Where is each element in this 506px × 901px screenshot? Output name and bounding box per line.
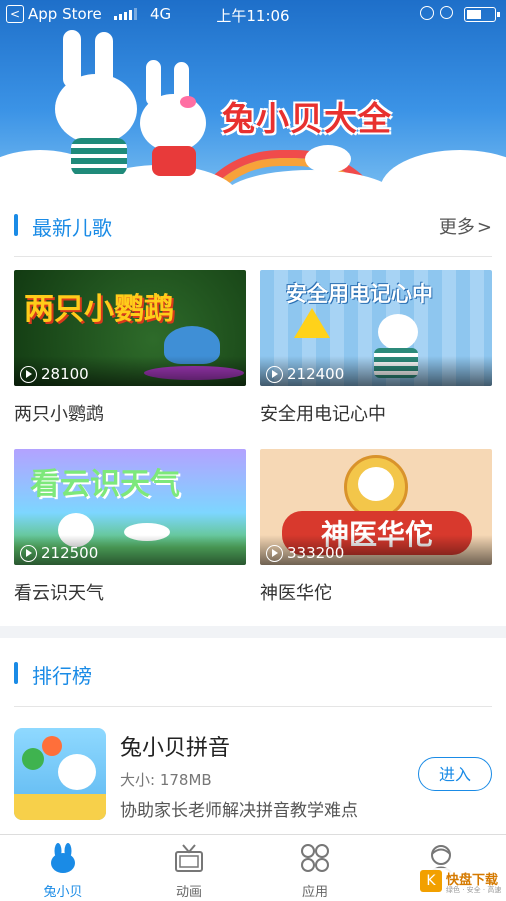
thumbnail-title-art: 两只小鹦鹉	[24, 292, 174, 327]
tab-label: 应用	[301, 885, 328, 900]
play-count: 212400	[266, 365, 344, 383]
thumbnail-title-art: 看云识天气	[30, 467, 180, 502]
more-link[interactable]: 更多 >	[439, 213, 492, 239]
app-size: 大小: 178MB	[120, 771, 212, 789]
tab-label: 动画	[175, 885, 202, 900]
section-gap	[0, 626, 506, 638]
play-icon	[20, 365, 37, 383]
video-card[interactable]: 看云识天气 212500 看云识天气	[14, 449, 246, 605]
status-bar: < App Store 4G 上午11:06	[0, 0, 506, 28]
app-logo-text: 兔小贝大全	[222, 99, 392, 138]
bunny-mascot-boy	[55, 30, 145, 180]
divider	[14, 256, 492, 257]
play-icon	[266, 544, 283, 562]
ranking-header: 排行榜	[0, 648, 506, 698]
cloud-decoration	[380, 150, 506, 200]
play-icon	[20, 544, 37, 562]
video-title: 安全用电记心中	[260, 404, 386, 425]
video-card[interactable]: 神医华佗 333200 神医华佗	[260, 449, 492, 605]
video-title: 两只小鹦鹉	[14, 404, 104, 425]
tab-animation[interactable]: 动画	[126, 835, 252, 901]
video-thumbnail: 安全用电记心中 212400	[260, 270, 492, 386]
bunny-icon	[51, 843, 75, 873]
bunny-mascot-girl	[140, 60, 215, 180]
orientation-lock-icon	[420, 6, 434, 20]
play-count: 28100	[20, 365, 89, 383]
thumbnail-title-art: 安全用电记心中	[286, 282, 433, 306]
watermark-subtext: 绿色 · 安全 · 高速	[446, 886, 502, 894]
play-icon	[266, 365, 283, 383]
tab-home[interactable]: 兔小贝	[0, 835, 126, 901]
app-description: 协助家长老师解决拼音教学难点	[120, 801, 358, 821]
battery-icon	[464, 7, 500, 22]
watermark-logo: K 快盘下载 绿色 · 安全 · 高速	[418, 868, 504, 896]
apps-grid-icon	[301, 844, 329, 872]
video-thumbnail: 两只小鹦鹉 28100	[14, 270, 246, 386]
header-banner: 兔小贝大全 < App Store 4G 上午11:06	[0, 0, 506, 200]
video-card[interactable]: 两只小鹦鹉 28100 两只小鹦鹉	[14, 270, 246, 426]
play-count: 212500	[20, 544, 98, 562]
tab-apps[interactable]: 应用	[252, 835, 378, 901]
section-accent-bar	[14, 662, 18, 684]
chevron-right-icon: >	[476, 217, 492, 238]
video-thumbnail: 神医华佗 333200	[260, 449, 492, 565]
app-name: 兔小贝拼音	[120, 736, 231, 761]
watermark-badge: K	[420, 870, 442, 892]
video-thumbnail: 看云识天气 212500	[14, 449, 246, 565]
alarm-icon	[440, 6, 453, 19]
section-title: 排行榜	[32, 664, 92, 688]
cloud-decoration	[305, 145, 351, 173]
video-title: 神医华佗	[260, 583, 332, 604]
latest-songs-header: 最新儿歌 更多 >	[0, 200, 506, 250]
enter-button[interactable]: 进入	[418, 757, 492, 791]
divider	[14, 706, 492, 707]
tab-label: 兔小贝	[43, 885, 83, 900]
play-count: 333200	[266, 544, 344, 562]
section-accent-bar	[14, 214, 18, 236]
tv-icon	[175, 844, 203, 872]
ranking-item[interactable]: 兔小贝拼音 大小: 178MB 协助家长老师解决拼音教学难点 进入	[0, 712, 506, 832]
video-card[interactable]: 安全用电记心中 212400 安全用电记心中	[260, 270, 492, 426]
video-title: 看云识天气	[14, 583, 104, 604]
section-title: 最新儿歌	[32, 216, 112, 240]
app-icon	[14, 728, 106, 820]
